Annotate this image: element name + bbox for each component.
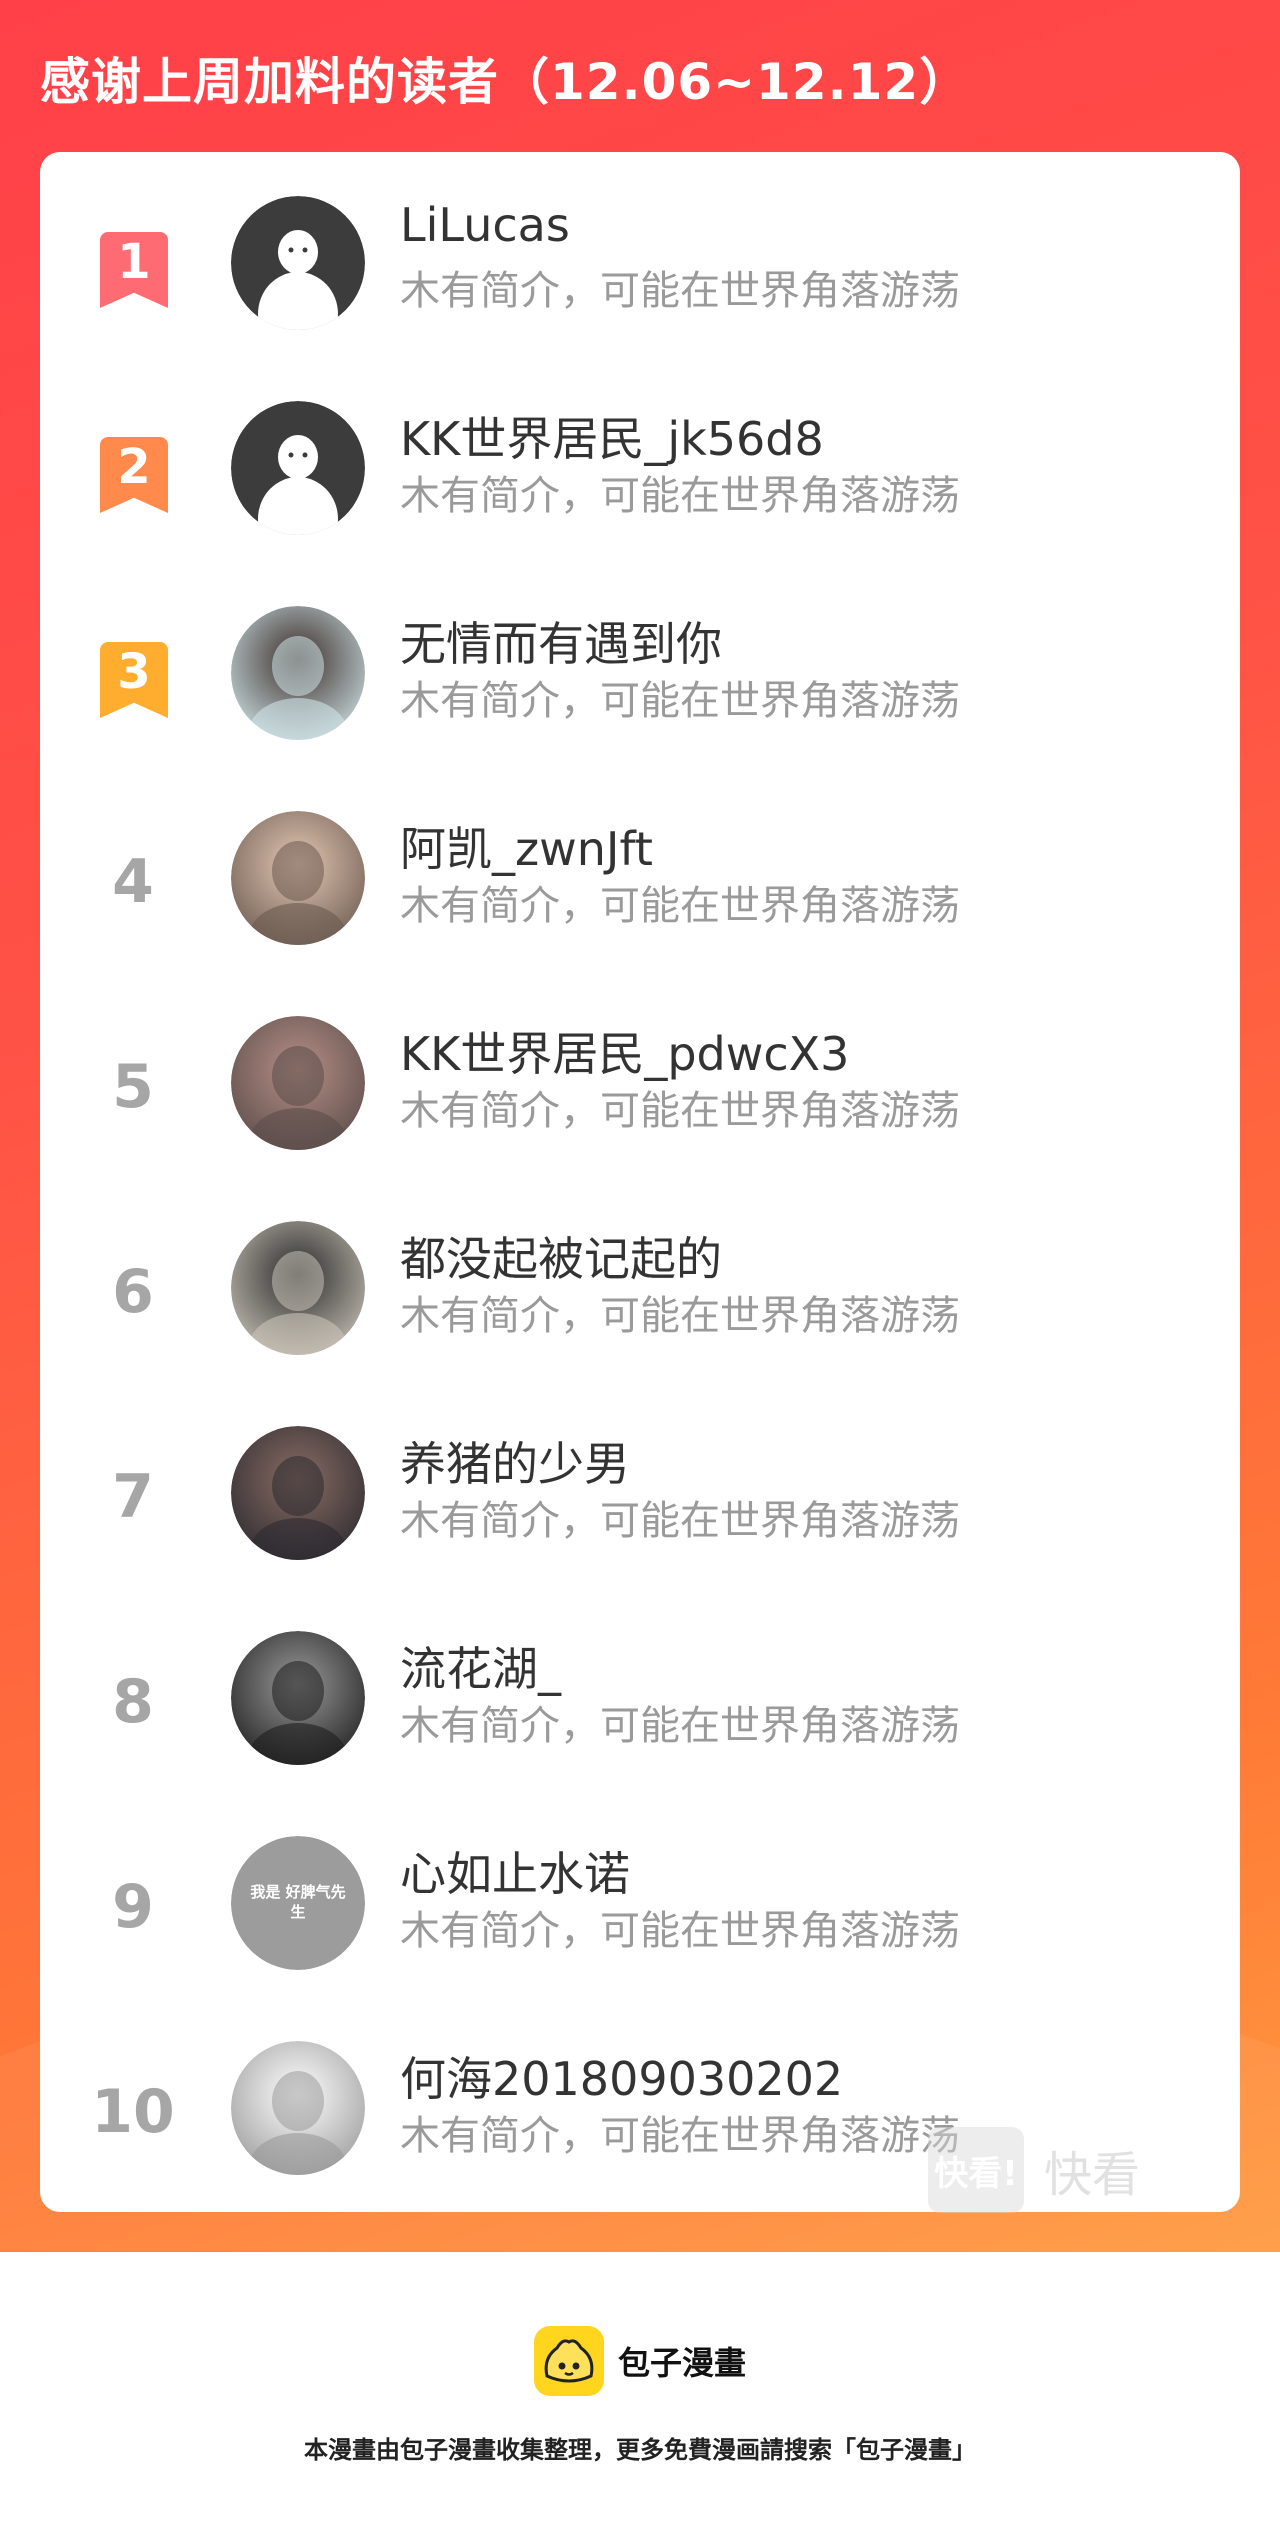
rank-number: 4	[112, 847, 154, 917]
reader-bio: 木有简介，可能在世界角落游荡	[400, 883, 960, 929]
reader-bio: 木有简介，可能在世界角落游荡	[400, 473, 960, 519]
user-avatar[interactable]	[231, 1221, 365, 1355]
page-title: 感谢上周加料的读者（12.06~12.12）	[40, 53, 971, 111]
user-avatar[interactable]	[231, 811, 365, 945]
rank-number: 7	[112, 1462, 154, 1532]
user-avatar[interactable]	[231, 401, 365, 535]
reader-row[interactable]: 2 KK世界居民_jk56d8 木有简介，可能在世界角落游荡	[40, 399, 1240, 559]
rank-ribbon-badge: 1	[100, 232, 168, 308]
reader-name[interactable]: KK世界居民_pdwcX3	[400, 1018, 849, 1084]
reader-bio: 木有简介，可能在世界角落游荡	[400, 678, 960, 724]
reader-name[interactable]: 心如止水诺	[400, 1838, 630, 1904]
reader-list-card: 1 LiLucas 木有简介，可能在世界角落游荡 2 KK世界居民_jk56d8 木有简介…	[40, 152, 1240, 2212]
rank-number: 8	[112, 1667, 154, 1737]
baozi-icon	[533, 2326, 604, 2396]
kuaikan-logo-icon: 快看!	[928, 2127, 1024, 2213]
reader-row[interactable]: 9 我是 好脾气先生 心如止水诺 木有简介，可能在世界角落游荡	[40, 1834, 1240, 1994]
user-avatar[interactable]	[231, 196, 365, 330]
user-avatar[interactable]	[231, 1016, 365, 1150]
reader-name[interactable]: LiLucas	[400, 198, 570, 252]
rank-number: 10	[91, 2077, 175, 2147]
reader-name[interactable]: 何海201809030202	[400, 2043, 843, 2109]
reader-bio: 木有简介，可能在世界角落游荡	[400, 1908, 960, 1954]
user-avatar[interactable]: 我是 好脾气先生	[231, 1836, 365, 1970]
reader-name[interactable]: KK世界居民_jk56d8	[400, 403, 824, 469]
reader-bio: 木有简介，可能在世界角落游荡	[400, 1498, 960, 1544]
reader-row[interactable]: 6 都没起被记起的 木有简介，可能在世界角落游荡	[40, 1219, 1240, 1379]
avatar-caption: 我是 好脾气先生	[250, 1883, 346, 1921]
user-avatar[interactable]	[231, 1631, 365, 1765]
reader-bio: 木有简介，可能在世界角落游荡	[400, 1703, 960, 1749]
user-avatar[interactable]	[231, 606, 365, 740]
baozi-logo[interactable]: 包子漫畫	[0, 2326, 1280, 2396]
reader-row[interactable]: 5 KK世界居民_pdwcX3 木有简介，可能在世界角落游荡	[40, 1014, 1240, 1174]
watermark-text: 快看	[1044, 2147, 1141, 2203]
footer-notice: 本漫畫由包子漫畫收集整理，更多免費漫画請搜索「包子漫畫」	[304, 2436, 976, 2464]
footer: 包子漫畫 本漫畫由包子漫畫收集整理，更多免費漫画請搜索「包子漫畫」	[0, 2252, 1280, 2537]
reader-row[interactable]: 1 LiLucas 木有简介，可能在世界角落游荡	[40, 194, 1240, 354]
reader-name[interactable]: 无情而有遇到你	[400, 608, 722, 674]
logo-text: 包子漫畫	[617, 2344, 746, 2382]
reader-name[interactable]: 都没起被记起的	[400, 1223, 722, 1289]
reader-row[interactable]: 4 阿凯_zwnJft 木有简介，可能在世界角落游荡	[40, 809, 1240, 969]
reader-row[interactable]: 8 流花湖_ 木有简介，可能在世界角落游荡	[40, 1629, 1240, 1789]
reader-bio: 木有简介，可能在世界角落游荡	[400, 1293, 960, 1339]
reader-row[interactable]: 3 无情而有遇到你 木有简介，可能在世界角落游荡	[40, 604, 1240, 764]
reader-name[interactable]: 养猪的少男	[400, 1428, 630, 1494]
rank-number: 6	[112, 1257, 154, 1327]
user-avatar[interactable]	[231, 2041, 365, 2175]
reader-name[interactable]: 阿凯_zwnJft	[400, 813, 653, 879]
rank-ribbon-badge: 3	[100, 642, 168, 718]
reader-row[interactable]: 7 养猪的少男 木有简介，可能在世界角落游荡	[40, 1424, 1240, 1584]
reader-bio: 木有简介，可能在世界角落游荡	[400, 268, 960, 314]
user-avatar[interactable]	[231, 1426, 365, 1560]
reader-bio: 木有简介，可能在世界角落游荡	[400, 1088, 960, 1134]
reader-name[interactable]: 流花湖_	[400, 1633, 561, 1699]
kuaikan-watermark: 快看! 快看	[928, 2122, 1158, 2218]
rank-number: 5	[112, 1052, 154, 1122]
rank-ribbon-badge: 2	[100, 437, 168, 513]
reader-bio: 木有简介，可能在世界角落游荡	[400, 2113, 960, 2159]
rank-number: 9	[112, 1872, 154, 1942]
